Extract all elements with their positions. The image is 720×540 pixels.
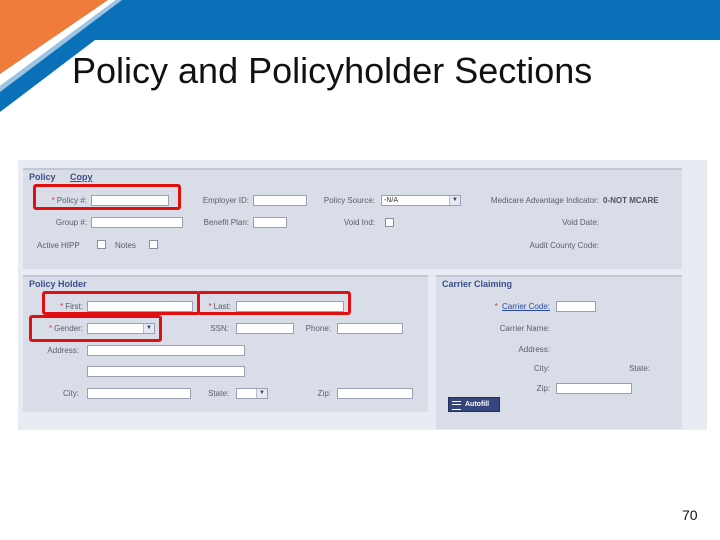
group-number-label: Group #: [55,218,87,227]
carrier-city-label: City: [534,364,550,373]
benefit-plan-input[interactable] [253,217,287,228]
carrier-zip-label: Zip: [536,384,550,393]
carrier-code-label: * Carrier Code: [494,302,550,311]
notes-checkbox[interactable] [149,240,158,249]
group-number-input[interactable] [91,217,183,228]
autofill-button[interactable]: Autofill [448,397,500,412]
benefit-plan-label: Benefit Plan: [203,218,249,227]
zip-label: Zip: [317,389,331,398]
carrier-name-label: Carrier Name: [499,324,550,333]
policy-holder-header: Policy Holder [29,279,87,289]
copy-link[interactable]: Copy [70,172,93,182]
audit-county-code-label: Audit County Code: [529,241,599,250]
void-ind-checkbox[interactable] [385,218,394,227]
phone-input[interactable] [337,323,403,334]
zip-input[interactable] [337,388,413,399]
employer-id-label: Employer ID: [202,196,249,205]
medicare-advantage-value: 0-NOT MCARE [603,196,659,205]
carrier-address-label: Address: [518,345,550,354]
highlight-first-name [42,291,200,315]
active-hipp-checkbox[interactable] [97,240,106,249]
highlight-policy-number [33,184,181,210]
highlight-gender [29,315,162,342]
list-icon [452,401,461,410]
phone-label: Phone: [305,324,331,333]
notes-label: Notes [115,241,136,250]
policy-header: Policy Copy [29,172,93,182]
carrier-claiming-header: Carrier Claiming [442,279,513,289]
carrier-code-input[interactable] [556,301,596,312]
ssn-label: SSN: [210,324,229,333]
chevron-down-icon: ▼ [256,389,267,398]
city-label: City: [63,389,79,398]
carrier-claiming-panel: Carrier Claiming * Carrier Code: Carrier… [436,275,682,429]
address-line1-input[interactable] [87,345,245,356]
autofill-label: Autofill [465,401,490,408]
city-input[interactable] [87,388,191,399]
address-line2-input[interactable] [87,366,245,377]
page-number: 70 [682,507,698,523]
carrier-zip-input[interactable] [556,383,632,394]
policy-source-label: Policy Source: [323,196,375,205]
app-screenshot: Policy Copy * Policy #: Employer ID: Poli… [18,160,707,430]
state-select[interactable]: ▼ [236,388,268,399]
chevron-down-icon: ▼ [449,196,460,205]
active-hipp-label: Active HIPP [37,241,80,250]
ssn-input[interactable] [236,323,294,334]
carrier-code-link[interactable]: Carrier Code: [502,302,550,311]
policy-source-value: -N/A [384,197,398,204]
void-ind-label: Void Ind: [343,218,375,227]
slide-title: Policy and Policyholder Sections [72,50,593,91]
medicare-advantage-label: Medicare Advantage Indicator: [490,196,599,205]
state-label: State: [208,389,229,398]
highlight-last-name [197,291,351,315]
employer-id-input[interactable] [253,195,307,206]
policy-source-select[interactable]: -N/A ▼ [381,195,461,206]
carrier-state-label: State: [629,364,650,373]
policy-header-label: Policy [29,172,56,182]
void-date-label: Void Date: [562,218,599,227]
address-label: Address: [47,346,79,355]
